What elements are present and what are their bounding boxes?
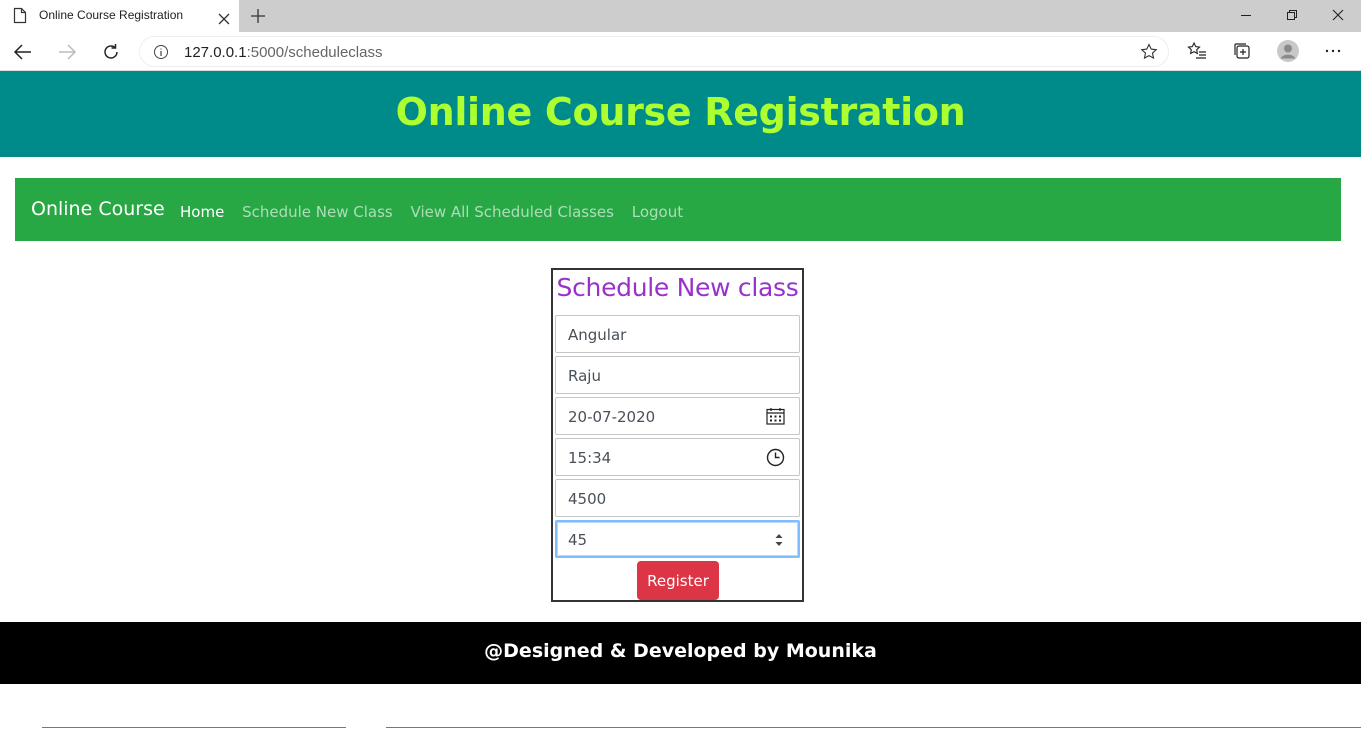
faculty-value: Raju [568,367,601,385]
tab-title: Online Course Registration [39,8,184,22]
fee-input[interactable]: 4500 [555,479,800,517]
site-header: Online Course Registration [0,71,1361,157]
collections-icon[interactable] [1232,41,1252,65]
course-input[interactable]: Angular [555,315,800,353]
duration-input[interactable]: 45 [555,520,800,558]
address-bar[interactable]: 127.0.0.1:5000/scheduleclass [139,36,1169,67]
nav-link-home[interactable]: Home [180,203,224,221]
url-text: 127.0.0.1:5000/scheduleclass [184,44,383,61]
calendar-icon[interactable] [766,407,785,429]
spinner-icon[interactable] [774,532,784,552]
page-title: Online Course Registration [395,90,966,134]
profile-icon[interactable] [1276,39,1300,67]
page-icon [13,7,27,28]
more-icon[interactable] [1323,41,1343,65]
date-input[interactable]: 20-07-2020 [555,397,800,435]
clock-icon[interactable] [766,448,785,471]
close-icon[interactable] [218,10,230,29]
url-path: :5000/scheduleclass [246,44,383,61]
nav-link-schedule-new-class[interactable]: Schedule New Class [242,203,393,221]
duration-value: 45 [568,531,588,549]
date-value: 20-07-2020 [568,408,656,426]
fee-value: 4500 [568,490,607,508]
navbar-brand[interactable]: Online Course [31,198,165,220]
footer: @Designed & Developed by Mounika [0,622,1361,684]
browser-tabstrip: Online Course Registration [0,0,1361,32]
schedule-form: Schedule New class Angular Raju 20-07-20… [551,268,804,602]
minimize-icon[interactable] [1236,5,1256,25]
browser-tab[interactable]: Online Course Registration [0,0,239,32]
nav-link-view-all-scheduled-classes[interactable]: View All Scheduled Classes [411,203,614,221]
register-button[interactable]: Register [637,561,719,600]
bottom-divider [42,727,1361,728]
url-host: 127.0.0.1 [184,44,247,61]
restore-icon[interactable] [1282,5,1302,25]
footer-text: @Designed & Developed by Mounika [484,640,877,662]
navbar: Online Course Home Schedule New Class Vi… [15,178,1341,241]
plus-icon[interactable] [250,8,266,28]
favorites-icon[interactable] [1187,41,1207,65]
course-value: Angular [568,326,627,344]
form-title: Schedule New class [556,273,799,302]
nav-link-logout[interactable]: Logout [632,203,683,221]
browser-toolbar: 127.0.0.1:5000/scheduleclass [0,32,1361,71]
time-input[interactable]: 15:34 [555,438,800,476]
navbar-links: Home Schedule New Class View All Schedul… [180,203,696,221]
forward-icon[interactable] [57,42,77,66]
faculty-input[interactable]: Raju [555,356,800,394]
info-icon[interactable] [153,44,169,64]
star-icon[interactable] [1140,43,1158,65]
time-value: 15:34 [568,449,612,467]
back-icon[interactable] [13,42,33,66]
close-window-icon[interactable] [1328,5,1348,25]
refresh-icon[interactable] [101,42,121,66]
